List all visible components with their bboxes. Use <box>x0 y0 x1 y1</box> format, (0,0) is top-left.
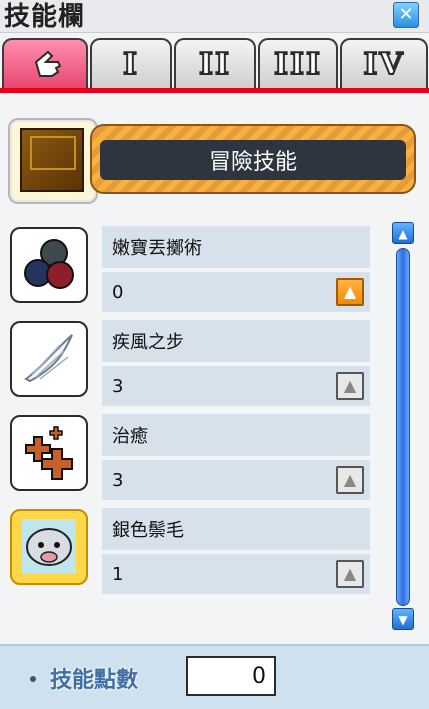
feather-wing-icon <box>24 334 73 383</box>
skill-level: 0 <box>112 282 124 303</box>
skill-icon-frame[interactable] <box>10 321 88 397</box>
silver-boar-icon <box>22 519 76 573</box>
tab-label: III <box>273 46 323 83</box>
tab-fourth[interactable]: IV <box>340 38 428 88</box>
heal-cross-icon <box>25 426 73 480</box>
skill-points-label: 技能點數 <box>50 668 139 693</box>
skill-level: 3 <box>112 376 124 397</box>
tab-beginner[interactable] <box>2 38 88 88</box>
skill-icon-frame[interactable] <box>10 415 88 491</box>
arrow-down-icon[interactable]: ▼ <box>392 608 414 630</box>
snail-shell-throw-icon <box>24 239 74 289</box>
skill-points-bar: 技能點數 0 <box>0 644 429 709</box>
job-name: 冒險技能 <box>208 150 297 175</box>
skill-points-field: 0 <box>186 656 276 696</box>
list-item[interactable]: 疾風之步 3 ▲ <box>0 316 388 408</box>
hand-pointer-icon <box>34 50 62 77</box>
skill-name: 銀色鬃毛 <box>112 520 184 541</box>
list-item[interactable]: 嫩寶丟擲術 0 ▲ <box>0 222 388 314</box>
skill-list[interactable]: 嫩寶丟擲術 0 ▲ 疾風之步 3 ▲ 治癒 3 ▲ 銀色鬃毛 1 ▲ <box>0 222 388 632</box>
list-item[interactable]: 治癒 3 ▲ <box>0 410 388 502</box>
skill-name: 疾風之步 <box>112 332 184 353</box>
skill-book-icon <box>20 128 84 192</box>
close-icon[interactable]: ✕ <box>393 2 419 28</box>
scroll-thumb[interactable] <box>396 248 410 606</box>
skill-name: 治癒 <box>112 426 148 447</box>
level-up-button[interactable]: ▲ <box>336 372 364 400</box>
level-up-button[interactable]: ▲ <box>336 560 364 588</box>
tab-second[interactable]: II <box>174 38 256 88</box>
level-up-button[interactable]: ▲ <box>336 466 364 494</box>
skill-window: 技能欄 ✕ I II III IV 冒險技能 嫩寶丟擲術 0 ▲ 疾風之步 3 … <box>0 0 429 709</box>
title-bar[interactable]: 技能欄 ✕ <box>0 0 429 33</box>
tab-label: I <box>122 46 140 83</box>
tab-label: II <box>198 46 232 83</box>
bullet-icon <box>30 676 36 682</box>
scrollbar[interactable]: ▲ ▼ <box>390 222 416 630</box>
skill-points-value: 0 <box>252 664 266 689</box>
tab-underline <box>0 88 429 93</box>
list-item[interactable]: 銀色鬃毛 1 ▲ <box>0 504 388 596</box>
skill-level: 3 <box>112 470 124 491</box>
tab-label: IV <box>362 46 405 83</box>
level-up-button[interactable]: ▲ <box>336 278 364 306</box>
skill-icon-frame[interactable] <box>10 227 88 303</box>
job-icon-frame <box>10 120 96 202</box>
job-tabs: I II III IV <box>0 38 429 90</box>
skill-level: 1 <box>112 564 124 585</box>
window-title: 技能欄 <box>4 2 86 32</box>
job-name-plate: 冒險技能 <box>90 124 416 194</box>
tab-third[interactable]: III <box>258 38 338 88</box>
tab-first[interactable]: I <box>90 38 172 88</box>
skill-icon-frame[interactable] <box>10 509 88 585</box>
arrow-up-icon[interactable]: ▲ <box>392 222 414 244</box>
skill-name: 嫩寶丟擲術 <box>112 238 202 259</box>
